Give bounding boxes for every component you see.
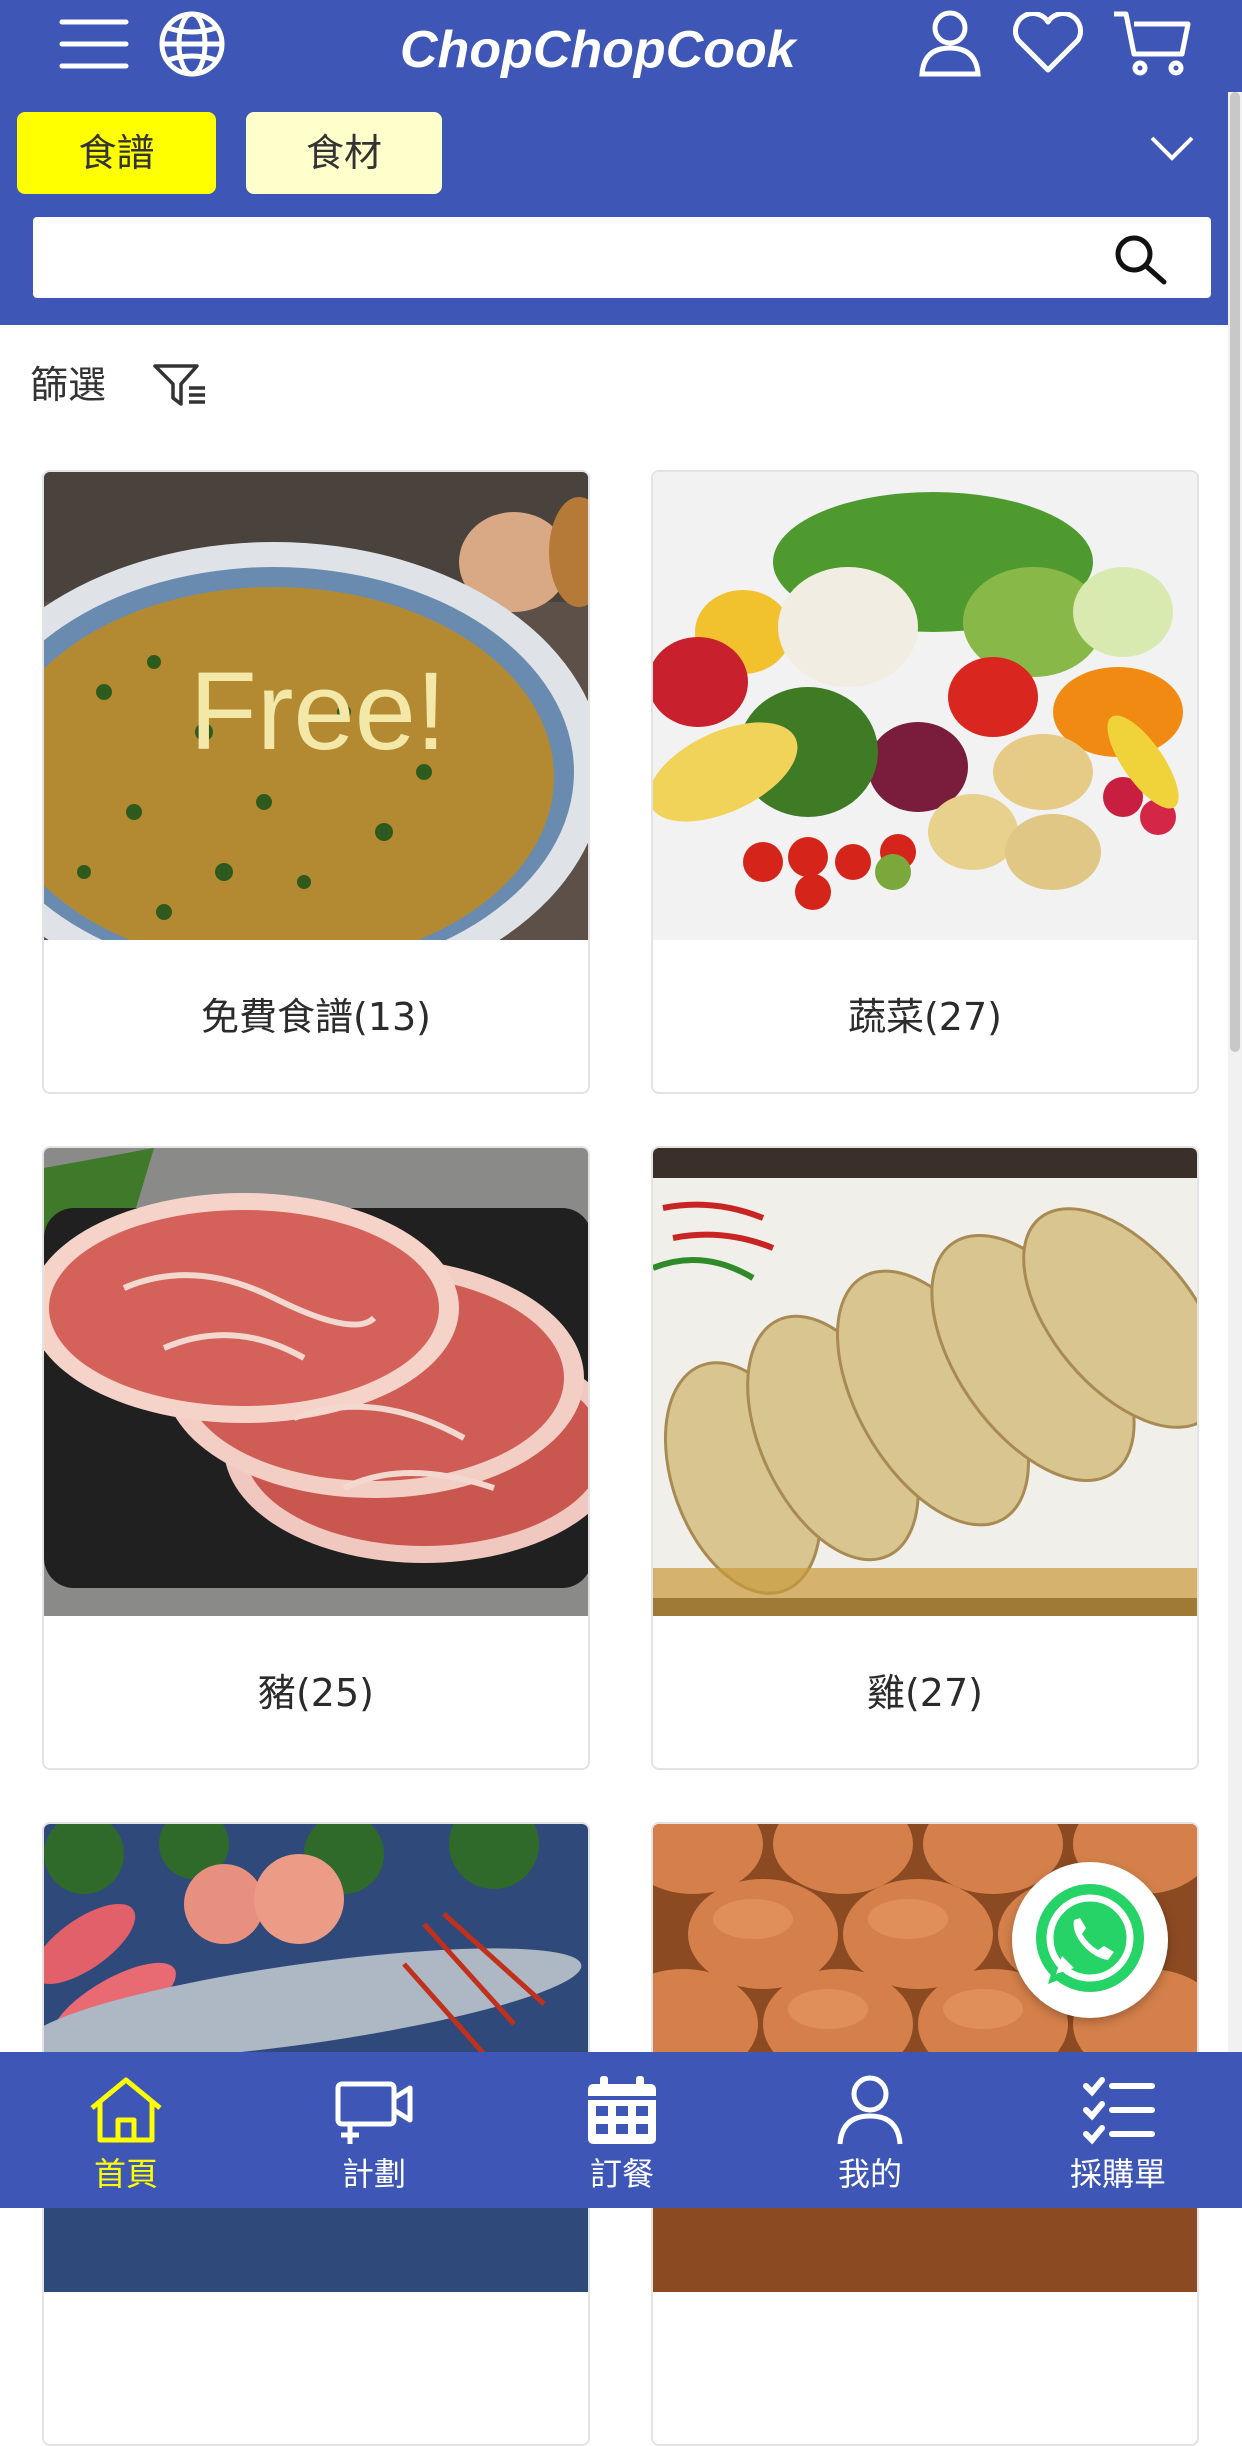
vegetables-image [653,472,1197,940]
whatsapp-button[interactable] [1012,1862,1168,2018]
whatsapp-icon [1036,1884,1144,1992]
brand-logo[interactable]: ChopChopCook [400,18,850,82]
category-label: 豬(25) [257,1671,374,1715]
nav-order[interactable]: 訂餐 [498,2052,746,2208]
category-label: 蔬菜(27) [847,995,1002,1039]
free-overlay-text: Free! [189,650,447,773]
nav-plan[interactable]: 計劃 [250,2052,498,2208]
category-card-vegetables[interactable]: 蔬菜(27) [651,470,1199,1094]
menu-icon[interactable] [58,14,130,74]
chevron-down-icon[interactable] [1148,134,1196,164]
nav-label: 計劃 [341,2155,406,2193]
pork-slices-image [44,1148,588,1616]
search-icon[interactable] [1112,232,1172,286]
category-label: 免費食譜(13) [200,995,431,1039]
tab-recipes[interactable]: 食譜 [17,112,216,194]
sliced-chicken-image [653,1148,1197,1616]
nav-label: 訂餐 [589,2155,654,2193]
plan-icon [334,2074,414,2146]
user-icon[interactable] [918,8,982,78]
tab-ingredients[interactable]: 食材 [246,112,442,194]
home-icon [86,2074,166,2146]
filter-label[interactable]: 篩選 [30,358,106,412]
cart-icon[interactable] [1112,8,1192,78]
category-card-pork[interactable]: 豬(25) [42,1146,590,1770]
heart-icon[interactable] [1010,12,1086,76]
user-icon [830,2074,910,2146]
search-input[interactable] [33,217,1211,298]
globe-icon[interactable] [154,10,230,78]
nav-my[interactable]: 我的 [746,2052,994,2208]
category-card-chicken[interactable]: 雞(27) [651,1146,1199,1770]
nav-label: 採購單 [1069,2155,1166,2193]
category-card-free-recipes[interactable]: Free! 免費食譜(13) [42,470,590,1094]
nav-label: 我的 [837,2155,902,2193]
nav-label: 首頁 [93,2155,158,2193]
calendar-icon [582,2074,662,2146]
nav-shopping-list[interactable]: 採購單 [994,2052,1242,2208]
filter-icon[interactable] [153,362,209,410]
scrollbar-thumb[interactable] [1230,92,1240,1052]
checklist-icon [1078,2074,1158,2146]
category-label: 雞(27) [866,1671,983,1715]
nav-home[interactable]: 首頁 [2,2052,250,2208]
